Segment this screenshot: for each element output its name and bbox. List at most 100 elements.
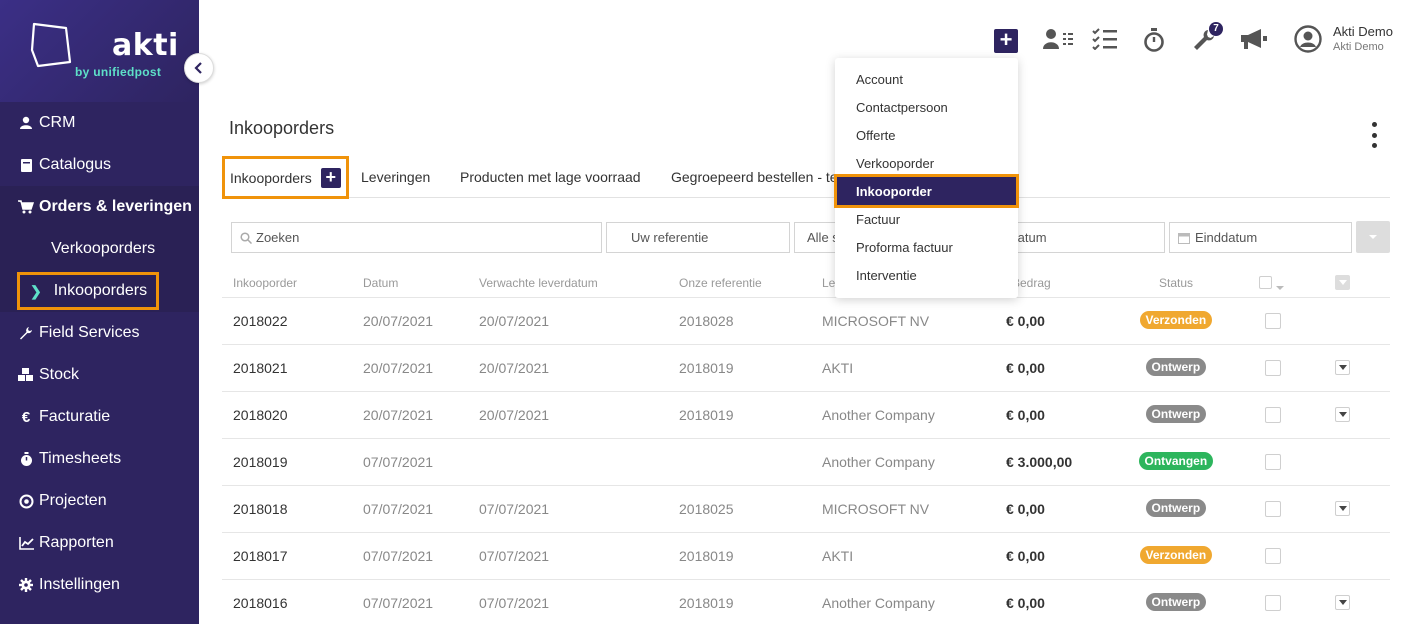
column-header[interactable]: Status — [1159, 276, 1193, 290]
order-number: 2018020 — [233, 407, 288, 423]
sidebar-item-instellingen[interactable]: Instellingen — [0, 564, 199, 606]
table-row[interactable]: 2018019 07/07/2021 Another Company € 3.000,… — [222, 439, 1390, 486]
row-checkbox[interactable] — [1265, 548, 1281, 564]
tab-inkooporders[interactable]: Inkooporders + — [222, 156, 349, 199]
status-badge: Ontwerp — [1145, 593, 1207, 611]
sidebar-item-catalogus[interactable]: Catalogus — [0, 144, 199, 186]
order-number: 2018016 — [233, 595, 288, 611]
sidebar-item-label: Inkooporders — [53, 282, 148, 299]
filter-toggle-button[interactable] — [1356, 221, 1390, 253]
supplier: AKTI — [822, 548, 854, 564]
tab-label: Producten met lage voorraad — [460, 169, 641, 185]
menu-item-factuur[interactable]: Factuur — [835, 205, 1018, 233]
sidebar-item-facturatie[interactable]: € Facturatie — [0, 396, 199, 438]
sidebar-item-orders[interactable]: Orders & leveringen — [0, 186, 199, 228]
table-row[interactable]: 2018021 20/07/2021 20/07/2021 2018019 AKTI € … — [222, 345, 1390, 392]
chevron-down-icon — [1369, 235, 1377, 239]
tab-leveringen[interactable]: Leveringen — [361, 156, 430, 198]
user-icon — [18, 115, 34, 131]
row-checkbox[interactable] — [1265, 407, 1281, 423]
row-checkbox[interactable] — [1265, 595, 1281, 611]
column-header[interactable]: Onze referentie — [679, 276, 762, 290]
sidebar-item-label: Verkooporders — [51, 240, 156, 257]
bulk-actions-button[interactable] — [1335, 275, 1350, 290]
delivery-date: 20/07/2021 — [479, 313, 550, 329]
sidebar-item-verkooporders[interactable]: Verkooporders — [0, 228, 199, 270]
user-company: Akti Demo — [1333, 41, 1384, 53]
row-actions-button[interactable] — [1335, 360, 1350, 375]
sidebar-item-projecten[interactable]: Projecten — [0, 480, 199, 522]
sidebar-item-field-services[interactable]: Field Services — [0, 312, 199, 354]
menu-item-offerte[interactable]: Offerte — [835, 121, 1018, 149]
gear-icon — [18, 577, 34, 593]
sidebar-item-rapporten[interactable]: Rapporten — [0, 522, 199, 564]
column-header[interactable]: Verwachte leverdatum — [479, 276, 598, 290]
column-header[interactable]: Le — [822, 276, 835, 290]
megaphone-icon[interactable] — [1239, 28, 1269, 50]
sidebar-item-stock[interactable]: Stock — [0, 354, 199, 396]
our-reference: 2018019 — [679, 360, 734, 376]
stopwatch-icon[interactable] — [1143, 28, 1165, 52]
tab-grouped-ordering[interactable]: Gegroepeerd bestellen - te — [671, 156, 838, 198]
menu-item-inkooporder[interactable]: Inkooporder — [837, 177, 1016, 205]
menu-item-proforma-factuur[interactable]: Proforma factuur — [835, 233, 1018, 261]
row-actions-button[interactable] — [1335, 595, 1350, 610]
tab-label: Inkooporders — [230, 169, 312, 186]
sidebar-item-inkooporders-highlight: ❯ Inkooporders — [17, 272, 159, 310]
logo-mark-icon — [30, 22, 72, 68]
select-all-checkbox[interactable] — [1259, 276, 1272, 289]
sidebar-item-timesheets[interactable]: Timesheets — [0, 438, 199, 480]
app: akti by unifiedpost CRM Catalogus Orders… — [0, 0, 1404, 624]
search-input[interactable]: Zoeken — [231, 222, 602, 253]
sidebar-item-crm[interactable]: CRM — [0, 102, 199, 144]
reference-input[interactable]: Uw referentie — [606, 222, 790, 253]
table-row[interactable]: 2018017 07/07/2021 07/07/2021 2018019 AKTI € … — [222, 533, 1390, 580]
delivery-date: 07/07/2021 — [479, 548, 550, 564]
tasks-icon[interactable] — [1092, 28, 1118, 50]
chevron-down-icon[interactable] — [1275, 280, 1285, 294]
supplier: Another Company — [822, 454, 935, 470]
more-options-icon[interactable] — [1368, 122, 1380, 148]
sidebar-item-label: Instellingen — [39, 576, 120, 593]
order-date: 20/07/2021 — [363, 360, 434, 376]
tab-low-stock[interactable]: Producten met lage voorraad — [460, 156, 641, 198]
column-header[interactable]: Datum — [363, 276, 398, 290]
column-header[interactable]: Inkooporder — [233, 276, 297, 290]
order-date: 20/07/2021 — [363, 313, 434, 329]
menu-item-contactpersoon[interactable]: Contactpersoon — [835, 93, 1018, 121]
amount: € 3.000,00 — [1006, 454, 1073, 470]
status-badge: Verzonden — [1139, 311, 1213, 329]
collapse-sidebar-button[interactable] — [184, 53, 214, 83]
table-row[interactable]: 2018016 07/07/2021 07/07/2021 2018019 Anothe… — [222, 580, 1390, 624]
chevron-down-icon — [1338, 412, 1347, 417]
end-date-placeholder: Einddatum — [1195, 230, 1258, 245]
create-new-button[interactable]: + — [994, 29, 1018, 53]
contacts-icon[interactable] — [1042, 28, 1074, 50]
logo[interactable]: akti by unifiedpost — [0, 0, 199, 102]
supplier: Another Company — [822, 595, 935, 611]
row-checkbox[interactable] — [1265, 454, 1281, 470]
boxes-icon — [18, 367, 34, 383]
sidebar-item-label: Orders & leveringen — [39, 198, 192, 215]
row-actions-button[interactable] — [1335, 501, 1350, 516]
delivery-date: 20/07/2021 — [479, 360, 550, 376]
table-row[interactable]: 2018018 07/07/2021 07/07/2021 2018025 MICROS… — [222, 486, 1390, 533]
user-menu[interactable]: Akti Demo Akti Demo — [1294, 24, 1393, 53]
table-row[interactable]: 2018020 20/07/2021 20/07/2021 2018019 Anothe… — [222, 392, 1390, 439]
order-number: 2018019 — [233, 454, 288, 470]
row-checkbox[interactable] — [1265, 313, 1281, 329]
row-checkbox[interactable] — [1265, 501, 1281, 517]
menu-item-verkooporder[interactable]: Verkooporder — [835, 149, 1018, 177]
order-date: 07/07/2021 — [363, 595, 434, 611]
add-purchase-order-button[interactable]: + — [320, 167, 341, 188]
row-actions-button[interactable] — [1335, 407, 1350, 422]
end-date-input[interactable]: Einddatum — [1169, 222, 1352, 253]
row-checkbox[interactable] — [1265, 360, 1281, 376]
menu-item-interventie[interactable]: Interventie — [835, 261, 1018, 289]
menu-item-account[interactable]: Account — [835, 65, 1018, 93]
sidebar-nav: CRM Catalogus Orders & leveringen Verkoo… — [0, 102, 199, 606]
table-row[interactable]: 2018022 20/07/2021 20/07/2021 2018028 MICROS… — [222, 298, 1390, 345]
sidebar-item-label: Field Services — [39, 324, 140, 341]
sidebar-item-inkooporders[interactable]: ❯ Inkooporders — [0, 270, 199, 312]
status-badge: Ontwerp — [1145, 358, 1207, 376]
